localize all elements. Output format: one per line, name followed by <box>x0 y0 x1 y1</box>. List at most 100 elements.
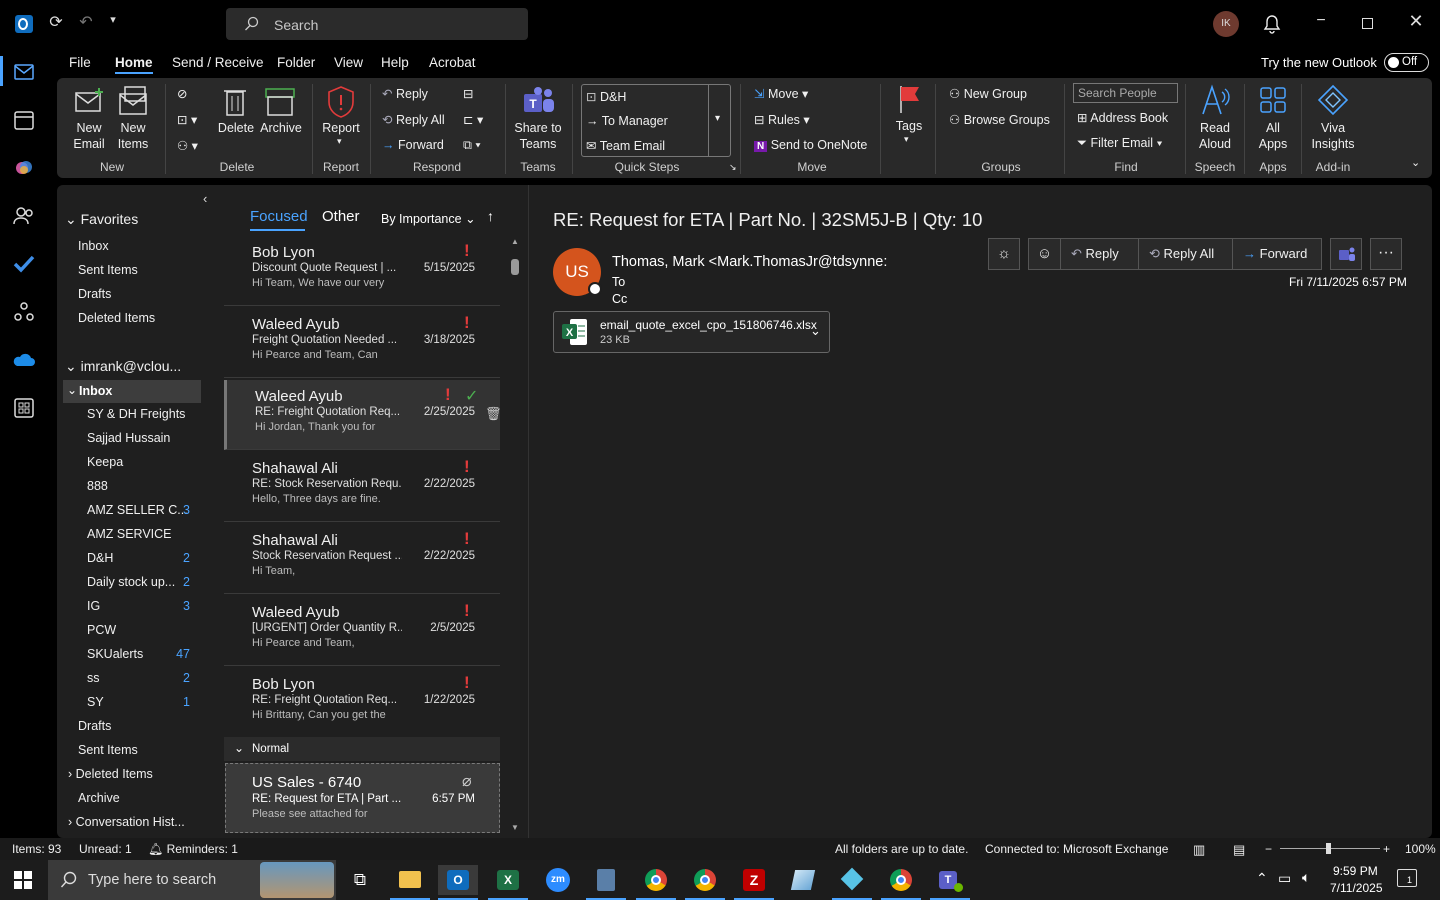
cleanup-icon[interactable]: ⊡ ▾ <box>177 112 197 127</box>
delete-button[interactable]: Delete <box>214 120 258 136</box>
reply-all-button[interactable]: ⟲ Reply All <box>382 112 445 127</box>
account-drafts[interactable]: Drafts <box>78 719 111 733</box>
chrome-profile-icon[interactable] <box>685 865 725 900</box>
subfolder-item[interactable]: SKUalerts <box>87 647 143 661</box>
account-header[interactable]: ⌄ imrank@vclou... <box>65 358 181 375</box>
filter-email-button[interactable]: ⏷ Filter Email ▾ <box>1077 136 1163 151</box>
collapse-folder-pane-icon[interactable]: ‹ <box>203 191 207 206</box>
attachment-menu-chevron-icon[interactable]: ⌄ <box>810 323 821 339</box>
task-view-icon[interactable]: ⧉ <box>340 865 380 895</box>
reading-view-icon[interactable]: ▤ <box>1233 842 1245 858</box>
quick-step-team-email[interactable]: ✉ Team Email <box>586 138 665 153</box>
emoji-reaction-button[interactable]: ☺ <box>1028 238 1060 270</box>
favorites-header[interactable]: ⌄ Favorites <box>65 211 138 228</box>
zoom-level[interactable]: 100% <box>1405 842 1436 856</box>
fav-inbox[interactable]: Inbox <box>78 239 109 253</box>
reminders-status[interactable]: 🔔︎ Reminders: 1 <box>148 842 238 856</box>
attachment-card[interactable]: X email_quote_excel_cpo_151806746.xlsx 2… <box>553 311 830 353</box>
clock-time[interactable]: 9:59 PM <box>1333 864 1378 878</box>
account-conversation-history[interactable]: › Conversation Hist... <box>68 815 185 829</box>
share-to-teams-button[interactable]: Share to Teams <box>509 120 567 152</box>
notes-app-icon[interactable] <box>783 865 823 895</box>
menu-acrobat[interactable]: Acrobat <box>429 55 476 70</box>
chrome-secondary-icon[interactable] <box>881 865 921 900</box>
zoom-app-icon[interactable]: zm <box>538 865 578 895</box>
new-items-button[interactable]: New Items <box>111 120 155 152</box>
quick-steps-gallery[interactable]: ⊡ D&H → To Manager ✉ Team Email ▾ <box>581 84 731 157</box>
sort-direction-icon[interactable]: ↑ <box>487 208 494 224</box>
zoom-slider[interactable] <box>1280 843 1380 854</box>
reply-action-button[interactable]: ↶ Reply <box>1060 238 1138 270</box>
sync-icon[interactable]: ⟳ <box>45 12 67 32</box>
theme-toggle-button[interactable]: ☼ <box>988 238 1020 270</box>
inbox-selected[interactable]: ⌄ Inbox <box>63 380 201 403</box>
subfolder-item[interactable]: SY <box>87 695 104 709</box>
list-item[interactable]: Waleed Ayub [URGENT] Order Quantity R... H… <box>224 596 500 666</box>
account-archive[interactable]: Archive <box>78 791 120 805</box>
maximize-button[interactable] <box>1362 18 1373 29</box>
calculator-icon[interactable] <box>586 865 626 900</box>
more-apps-icon[interactable] <box>12 396 36 420</box>
move-button[interactable]: ⇲ Move ▾ <box>754 86 808 101</box>
teams-share-button[interactable] <box>1330 238 1362 270</box>
archive-button[interactable]: Archive <box>257 120 305 136</box>
read-aloud-button[interactable]: Read Aloud <box>1192 120 1238 152</box>
meeting-reply-icon[interactable]: ⊟ <box>463 86 473 101</box>
report-button[interactable]: Report <box>317 120 365 136</box>
menu-help[interactable]: Help <box>381 55 409 70</box>
notification-center-icon[interactable]: 1 <box>1397 869 1417 887</box>
list-item[interactable]: Waleed Ayub Freight Quotation Needed ... H… <box>224 308 500 378</box>
close-button[interactable]: ✕ <box>1405 11 1427 32</box>
list-item[interactable]: Shahawal Ali RE: Stock Reservation Requ..… <box>224 452 500 522</box>
rules-button[interactable]: ⊟ Rules ▾ <box>754 112 810 127</box>
quick-step-to-manager[interactable]: → To Manager <box>586 114 668 128</box>
new-group-button[interactable]: ⚇ New Group <box>949 86 1027 101</box>
subfolder-item[interactable]: D&H <box>87 551 113 565</box>
subfolder-item[interactable]: Sajjad Hussain <box>87 431 170 445</box>
mail-icon[interactable] <box>12 60 36 84</box>
menu-home[interactable]: Home <box>115 55 153 70</box>
volume-icon[interactable]: 🔈︎ <box>1302 869 1310 886</box>
address-book-button[interactable]: ⊞ Address Book <box>1077 110 1168 125</box>
quick-steps-launcher-icon[interactable]: ↘ <box>729 162 737 173</box>
more-actions-button[interactable]: ··· <box>1370 238 1402 270</box>
normal-view-icon[interactable]: ▥ <box>1193 842 1205 858</box>
search-people-input[interactable]: Search People <box>1073 83 1178 103</box>
zoom-in-icon[interactable]: + <box>1383 842 1390 856</box>
junk-icon[interactable]: ⚇ ▾ <box>177 138 198 153</box>
normal-group-header[interactable]: ⌄ Normal <box>224 737 500 761</box>
list-item[interactable]: Shahawal Ali Stock Reservation Request ..… <box>224 524 500 594</box>
subfolder-item[interactable]: PCW <box>87 623 116 637</box>
excel-taskbar-icon[interactable]: X <box>488 865 528 900</box>
ignore-icon[interactable]: ⊘ <box>177 86 187 101</box>
check-icon[interactable]: ✓ <box>465 386 478 406</box>
network-icon[interactable]: ▭ <box>1278 870 1291 887</box>
account-sent-items[interactable]: Sent Items <box>78 743 138 757</box>
scroll-down-icon[interactable]: ▼ <box>511 823 519 832</box>
clock-date[interactable]: 7/11/2025 <box>1330 881 1383 895</box>
copilot-icon[interactable] <box>12 156 36 180</box>
browse-groups-button[interactable]: ⚇ Browse Groups <box>949 112 1050 127</box>
send-to-onenote-button[interactable]: N Send to OneNote <box>754 138 867 152</box>
teams-taskbar-icon[interactable]: T <box>930 865 970 900</box>
menu-view[interactable]: View <box>334 55 363 70</box>
tab-focused[interactable]: Focused <box>250 208 308 225</box>
zoom-thumb[interactable] <box>1326 843 1331 854</box>
list-item[interactable]: Waleed Ayub RE: Freight Quotation Req... H… <box>224 380 502 450</box>
subfolder-item[interactable]: 888 <box>87 479 108 493</box>
fav-sent-items[interactable]: Sent Items <box>78 263 138 277</box>
chrome-icon[interactable] <box>636 865 676 900</box>
menu-send-receive[interactable]: Send / Receive <box>172 55 264 70</box>
fav-deleted-items[interactable]: Deleted Items <box>78 311 155 325</box>
list-item[interactable]: Bob Lyon Discount Quote Request | ... Hi T… <box>224 236 500 306</box>
subfolder-item[interactable]: IG <box>87 599 100 613</box>
menu-file[interactable]: File <box>69 55 91 70</box>
filezilla-icon[interactable]: Z <box>734 865 774 900</box>
calendar-icon[interactable] <box>12 108 36 132</box>
todo-icon[interactable] <box>12 252 36 276</box>
show-hidden-icons[interactable]: ⌃ <box>1256 870 1268 887</box>
ribbon-collapse-icon[interactable]: ⌄ <box>1411 156 1420 169</box>
file-explorer-icon[interactable] <box>390 865 430 900</box>
customize-qat-icon[interactable]: ▾ <box>104 13 122 26</box>
new-email-button[interactable]: New Email <box>67 120 111 152</box>
